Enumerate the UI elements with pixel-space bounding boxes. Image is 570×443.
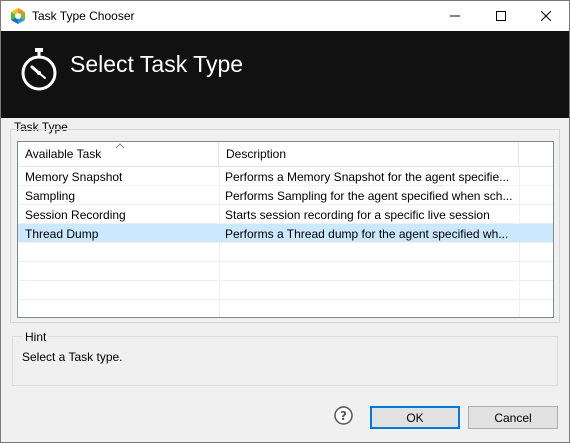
sort-ascending-icon	[115, 143, 125, 149]
cell-description: Performs Sampling for the agent specifie…	[225, 189, 513, 203]
window-title: Task Type Chooser	[32, 9, 135, 23]
column-header-filler	[519, 142, 553, 167]
minimize-button[interactable]	[432, 1, 478, 31]
task-type-chooser-dialog: Task Type Chooser Select Task Type Task …	[0, 0, 570, 443]
help-icon[interactable]: ?	[334, 406, 353, 425]
cell-description: Performs a Thread dump for the agent spe…	[225, 227, 509, 241]
table-row[interactable]: Memory Snapshot Performs a Memory Snapsh…	[18, 167, 553, 186]
stopwatch-icon	[21, 48, 57, 91]
close-icon	[541, 11, 551, 21]
task-table: Available Task Description Memory Snapsh…	[17, 141, 554, 318]
hint-label: Hint	[23, 330, 49, 344]
ok-button[interactable]: OK	[370, 406, 460, 429]
maximize-icon	[496, 11, 506, 21]
table-row-selected[interactable]: Thread Dump Performs a Thread dump for t…	[18, 224, 553, 243]
cell-description: Starts session recording for a specific …	[225, 208, 490, 222]
empty-row	[18, 281, 553, 300]
cell-task: Session Recording	[25, 208, 126, 222]
title-bar: Task Type Chooser	[1, 1, 569, 31]
page-title: Select Task Type	[70, 51, 244, 77]
app-logo-icon	[11, 8, 25, 24]
minimize-icon	[450, 15, 460, 17]
cell-description: Performs a Memory Snapshot for the agent…	[225, 170, 510, 184]
column-header-description[interactable]: Description	[219, 142, 519, 167]
column-header-available-task[interactable]: Available Task	[18, 142, 219, 167]
cell-task: Thread Dump	[25, 227, 99, 241]
table-header: Available Task Description	[18, 142, 553, 167]
hint-text: Select a Task type.	[22, 350, 123, 364]
table-row[interactable]: Sampling Performs Sampling for the agent…	[18, 186, 553, 205]
empty-row	[18, 262, 553, 281]
cell-task: Sampling	[25, 189, 76, 203]
cell-task: Memory Snapshot	[25, 170, 123, 184]
empty-row	[18, 300, 553, 317]
close-button[interactable]	[523, 1, 569, 31]
cancel-button[interactable]: Cancel	[468, 406, 558, 429]
header-banner: Select Task Type	[1, 31, 569, 118]
svg-text:?: ?	[340, 409, 347, 423]
empty-row	[18, 243, 553, 262]
maximize-button[interactable]	[478, 1, 524, 31]
table-row[interactable]: Session Recording Starts session recordi…	[18, 205, 553, 224]
